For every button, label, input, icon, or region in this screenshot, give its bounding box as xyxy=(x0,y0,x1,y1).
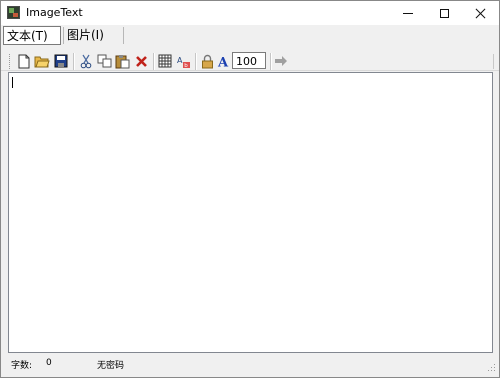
close-icon xyxy=(475,8,486,19)
copy-icon[interactable] xyxy=(96,53,112,69)
tab-separator xyxy=(123,27,124,44)
svg-text:b: b xyxy=(184,63,188,69)
tab-bar: 文本(T) 图片(I) xyxy=(1,25,499,71)
window-title: ImageText xyxy=(26,6,83,19)
toolbar-separator xyxy=(153,53,155,70)
tab-text[interactable]: 文本(T) xyxy=(3,26,61,45)
minimize-icon xyxy=(403,12,413,14)
font-icon[interactable]: A xyxy=(216,53,232,69)
status-bar: 字数: 0 无密码 xyxy=(1,355,499,377)
maximize-icon xyxy=(439,8,449,18)
paste-icon[interactable] xyxy=(114,53,130,69)
toolbar-separator xyxy=(195,53,197,70)
toolbar-end xyxy=(493,54,494,69)
tab-image[interactable]: 图片(I) xyxy=(64,26,122,45)
app-window: ImageText 文本(T) 图片(I) A b A 100 字数: 0 无密… xyxy=(0,0,500,378)
delete-icon[interactable] xyxy=(133,53,149,69)
password-status: 无密码 xyxy=(97,361,125,371)
close-button[interactable] xyxy=(457,1,500,25)
zoom-input[interactable]: 100 xyxy=(232,52,266,69)
new-file-icon[interactable] xyxy=(16,53,32,69)
toolbar-grip[interactable] xyxy=(9,54,12,69)
go-arrow-icon[interactable] xyxy=(273,53,289,69)
lock-icon[interactable] xyxy=(199,53,215,69)
text-caret xyxy=(12,77,13,88)
replace-icon[interactable]: Ab xyxy=(175,53,191,69)
toolbar-separator xyxy=(270,53,272,70)
cut-icon[interactable] xyxy=(78,53,94,69)
char-count-value: 0 xyxy=(46,358,52,368)
svg-text:A: A xyxy=(217,56,229,69)
save-icon[interactable] xyxy=(53,53,69,69)
toolbar-separator xyxy=(73,53,75,70)
toolbar: Ab A 100 xyxy=(3,50,495,74)
app-icon xyxy=(7,6,20,19)
text-editor[interactable] xyxy=(8,72,493,353)
resize-grip-icon[interactable] xyxy=(486,362,496,372)
char-count-label: 字数: xyxy=(11,361,33,371)
svg-text:A: A xyxy=(177,56,183,65)
title-bar: ImageText xyxy=(1,1,499,25)
grid-icon[interactable] xyxy=(157,53,173,69)
open-folder-icon[interactable] xyxy=(34,53,50,69)
